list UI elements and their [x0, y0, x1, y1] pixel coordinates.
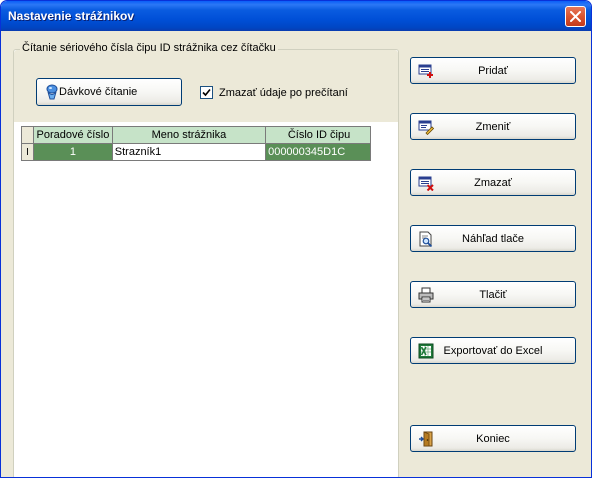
- dialog-window: Nastavenie strážnikov Čítanie sériového …: [0, 0, 592, 478]
- cell-order[interactable]: 1: [33, 143, 113, 161]
- print-preview-button[interactable]: Náhľad tlače: [410, 225, 576, 252]
- table-corner-cell: [20, 126, 35, 144]
- exit-label: Koniec: [476, 432, 510, 445]
- add-button[interactable]: Pridať: [410, 57, 576, 84]
- checkmark-icon: [202, 88, 211, 97]
- table-row[interactable]: I 1 Strazník1 000000345D1C: [20, 143, 371, 161]
- edit-record-icon: [418, 120, 434, 135]
- print-preview-label: Náhľad tlače: [462, 232, 524, 245]
- exit-door-icon: [419, 430, 433, 446]
- row-edit-marker[interactable]: I: [20, 143, 35, 161]
- cell-chip-id[interactable]: 000000345D1C: [265, 143, 371, 161]
- excel-icon: [418, 343, 434, 358]
- cell-guard-name[interactable]: Strazník1: [111, 143, 267, 161]
- delete-record-icon: [418, 176, 434, 191]
- delete-label: Zmazať: [474, 176, 512, 189]
- guards-table: Poradové číslo Meno strážnika Číslo ID č…: [20, 126, 371, 161]
- printer-icon: [418, 287, 434, 302]
- window-title: Nastavenie strážnikov: [8, 9, 135, 23]
- edit-button[interactable]: Zmeniť: [410, 113, 576, 140]
- batch-read-button[interactable]: Dávkové čítanie: [36, 78, 182, 106]
- exit-button[interactable]: Koniec: [410, 425, 576, 452]
- column-header-chip-id[interactable]: Číslo ID čipu: [265, 126, 371, 144]
- delete-after-read-label: Zmazať údaje po prečítaní: [219, 86, 348, 99]
- edit-label: Zmeniť: [475, 120, 511, 133]
- column-header-order[interactable]: Poradové číslo: [33, 126, 113, 144]
- close-window-button[interactable]: [565, 6, 586, 27]
- add-record-icon: [418, 64, 433, 78]
- chip-reader-icon: [46, 84, 58, 100]
- chip-reading-groupbox: Čítanie sériového čísla čipu ID strážnik…: [13, 42, 399, 477]
- delete-button[interactable]: Zmazať: [410, 169, 576, 196]
- title-bar[interactable]: Nastavenie strážnikov: [1, 1, 591, 31]
- delete-after-read-option[interactable]: Zmazať údaje po prečítaní: [200, 86, 348, 99]
- table-header-row: Poradové číslo Meno strážnika Číslo ID č…: [20, 126, 371, 144]
- dialog-client-area: Čítanie sériového čísla čipu ID strážnik…: [5, 31, 587, 477]
- add-label: Pridať: [478, 64, 508, 77]
- close-icon: [570, 11, 581, 22]
- export-excel-button[interactable]: Exportovať do Excel: [410, 337, 576, 364]
- export-excel-label: Exportovať do Excel: [443, 344, 543, 357]
- print-label: Tlačiť: [479, 288, 507, 301]
- groupbox-legend: Čítanie sériového čísla čipu ID strážnik…: [20, 42, 278, 54]
- column-header-name[interactable]: Meno strážnika: [111, 126, 267, 144]
- print-button[interactable]: Tlačiť: [410, 281, 576, 308]
- print-preview-icon: [419, 231, 433, 247]
- delete-after-read-checkbox[interactable]: [200, 86, 213, 99]
